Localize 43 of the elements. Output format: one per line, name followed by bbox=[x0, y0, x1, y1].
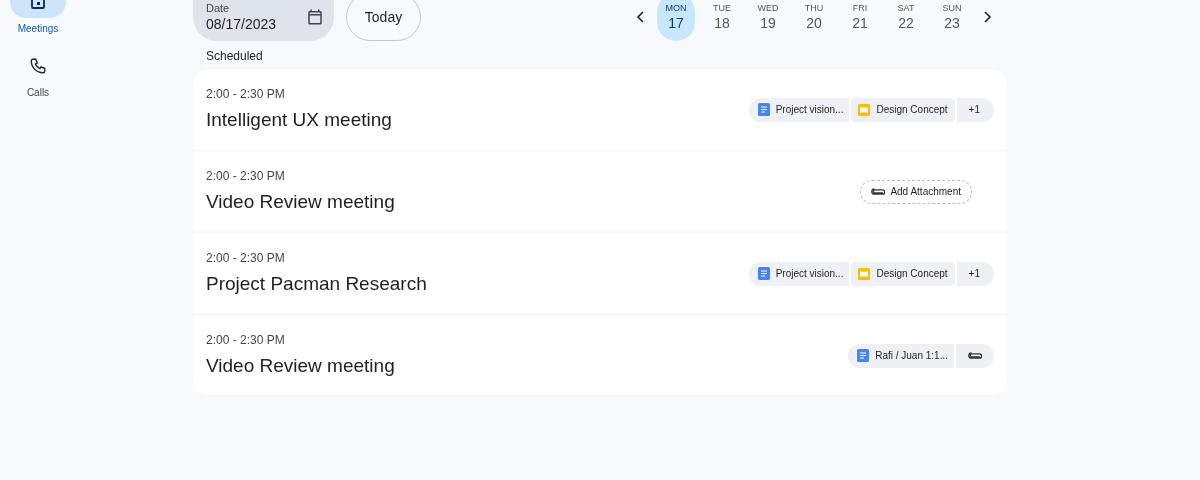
document-chip[interactable]: Project vision... bbox=[748, 261, 850, 286]
more-chip[interactable]: +1 bbox=[956, 261, 994, 286]
meeting-time: 2:00 - 2:30 PM bbox=[206, 167, 286, 185]
document-icon bbox=[757, 103, 770, 116]
meeting-card[interactable]: 2:00 - 2:30 PM Video Review meeting Add Attachment bbox=[193, 152, 1007, 231]
meeting-time: 2:00 - 2:30 PM bbox=[206, 85, 286, 103]
slides-chip[interactable]: Design Concept bbox=[851, 261, 955, 286]
day-tab[interactable]: SUN 23 bbox=[933, 0, 971, 41]
slides-icon bbox=[858, 103, 871, 116]
meeting-card[interactable]: 2:00 - 2:30 PM Project Pacman Research Project vision... Design Concept +1 bbox=[193, 234, 1007, 313]
day-tab[interactable]: MON 17 bbox=[657, 0, 695, 41]
calendar-icon[interactable] bbox=[306, 8, 324, 26]
document-icon bbox=[757, 267, 770, 280]
chevron-left-icon[interactable] bbox=[635, 11, 647, 23]
paperclip-icon bbox=[871, 187, 886, 196]
meeting-card[interactable]: 2:00 - 2:30 PM Intelligent UX meeting Project vision... Design Concept +1 bbox=[193, 70, 1007, 149]
meeting-title: Video Review meeting bbox=[206, 353, 395, 378]
day-tab[interactable]: THU 20 bbox=[795, 0, 833, 41]
date-value: 08/17/2023 bbox=[206, 14, 277, 33]
meeting-title: Intelligent UX meeting bbox=[206, 107, 392, 132]
paperclip-icon bbox=[968, 351, 982, 360]
document-chip[interactable]: Project vision... bbox=[748, 97, 850, 122]
meeting-card[interactable]: 2:00 - 2:30 PM Video Review meeting Rafi / Juan 1:1... bbox=[193, 316, 1007, 395]
slides-chip[interactable]: Design Concept bbox=[851, 97, 955, 122]
date-label: Date bbox=[206, 1, 231, 15]
day-tab[interactable]: WED 19 bbox=[749, 0, 787, 41]
date-field[interactable]: Date 08/17/2023 bbox=[193, 0, 334, 41]
day-tab[interactable]: TUE 18 bbox=[703, 0, 741, 41]
slides-icon bbox=[858, 267, 871, 280]
meeting-time: 2:00 - 2:30 PM bbox=[206, 331, 286, 349]
section-title: Scheduled bbox=[206, 48, 264, 65]
chevron-right-icon[interactable] bbox=[981, 11, 993, 23]
document-icon bbox=[857, 349, 870, 362]
meeting-time: 2:00 - 2:30 PM bbox=[206, 249, 286, 267]
meeting-title: Video Review meeting bbox=[206, 189, 395, 214]
day-tab[interactable]: FRI 21 bbox=[841, 0, 879, 41]
day-tab[interactable]: SAT 22 bbox=[887, 0, 925, 41]
document-chip[interactable]: Rafi / Juan 1:1... bbox=[848, 343, 954, 368]
phone-icon bbox=[29, 57, 47, 75]
nav-item[interactable]: Calls bbox=[10, 50, 66, 100]
attach-button[interactable] bbox=[956, 343, 994, 368]
more-chip[interactable]: +1 bbox=[956, 97, 994, 122]
meeting-title: Project Pacman Research bbox=[206, 271, 427, 296]
